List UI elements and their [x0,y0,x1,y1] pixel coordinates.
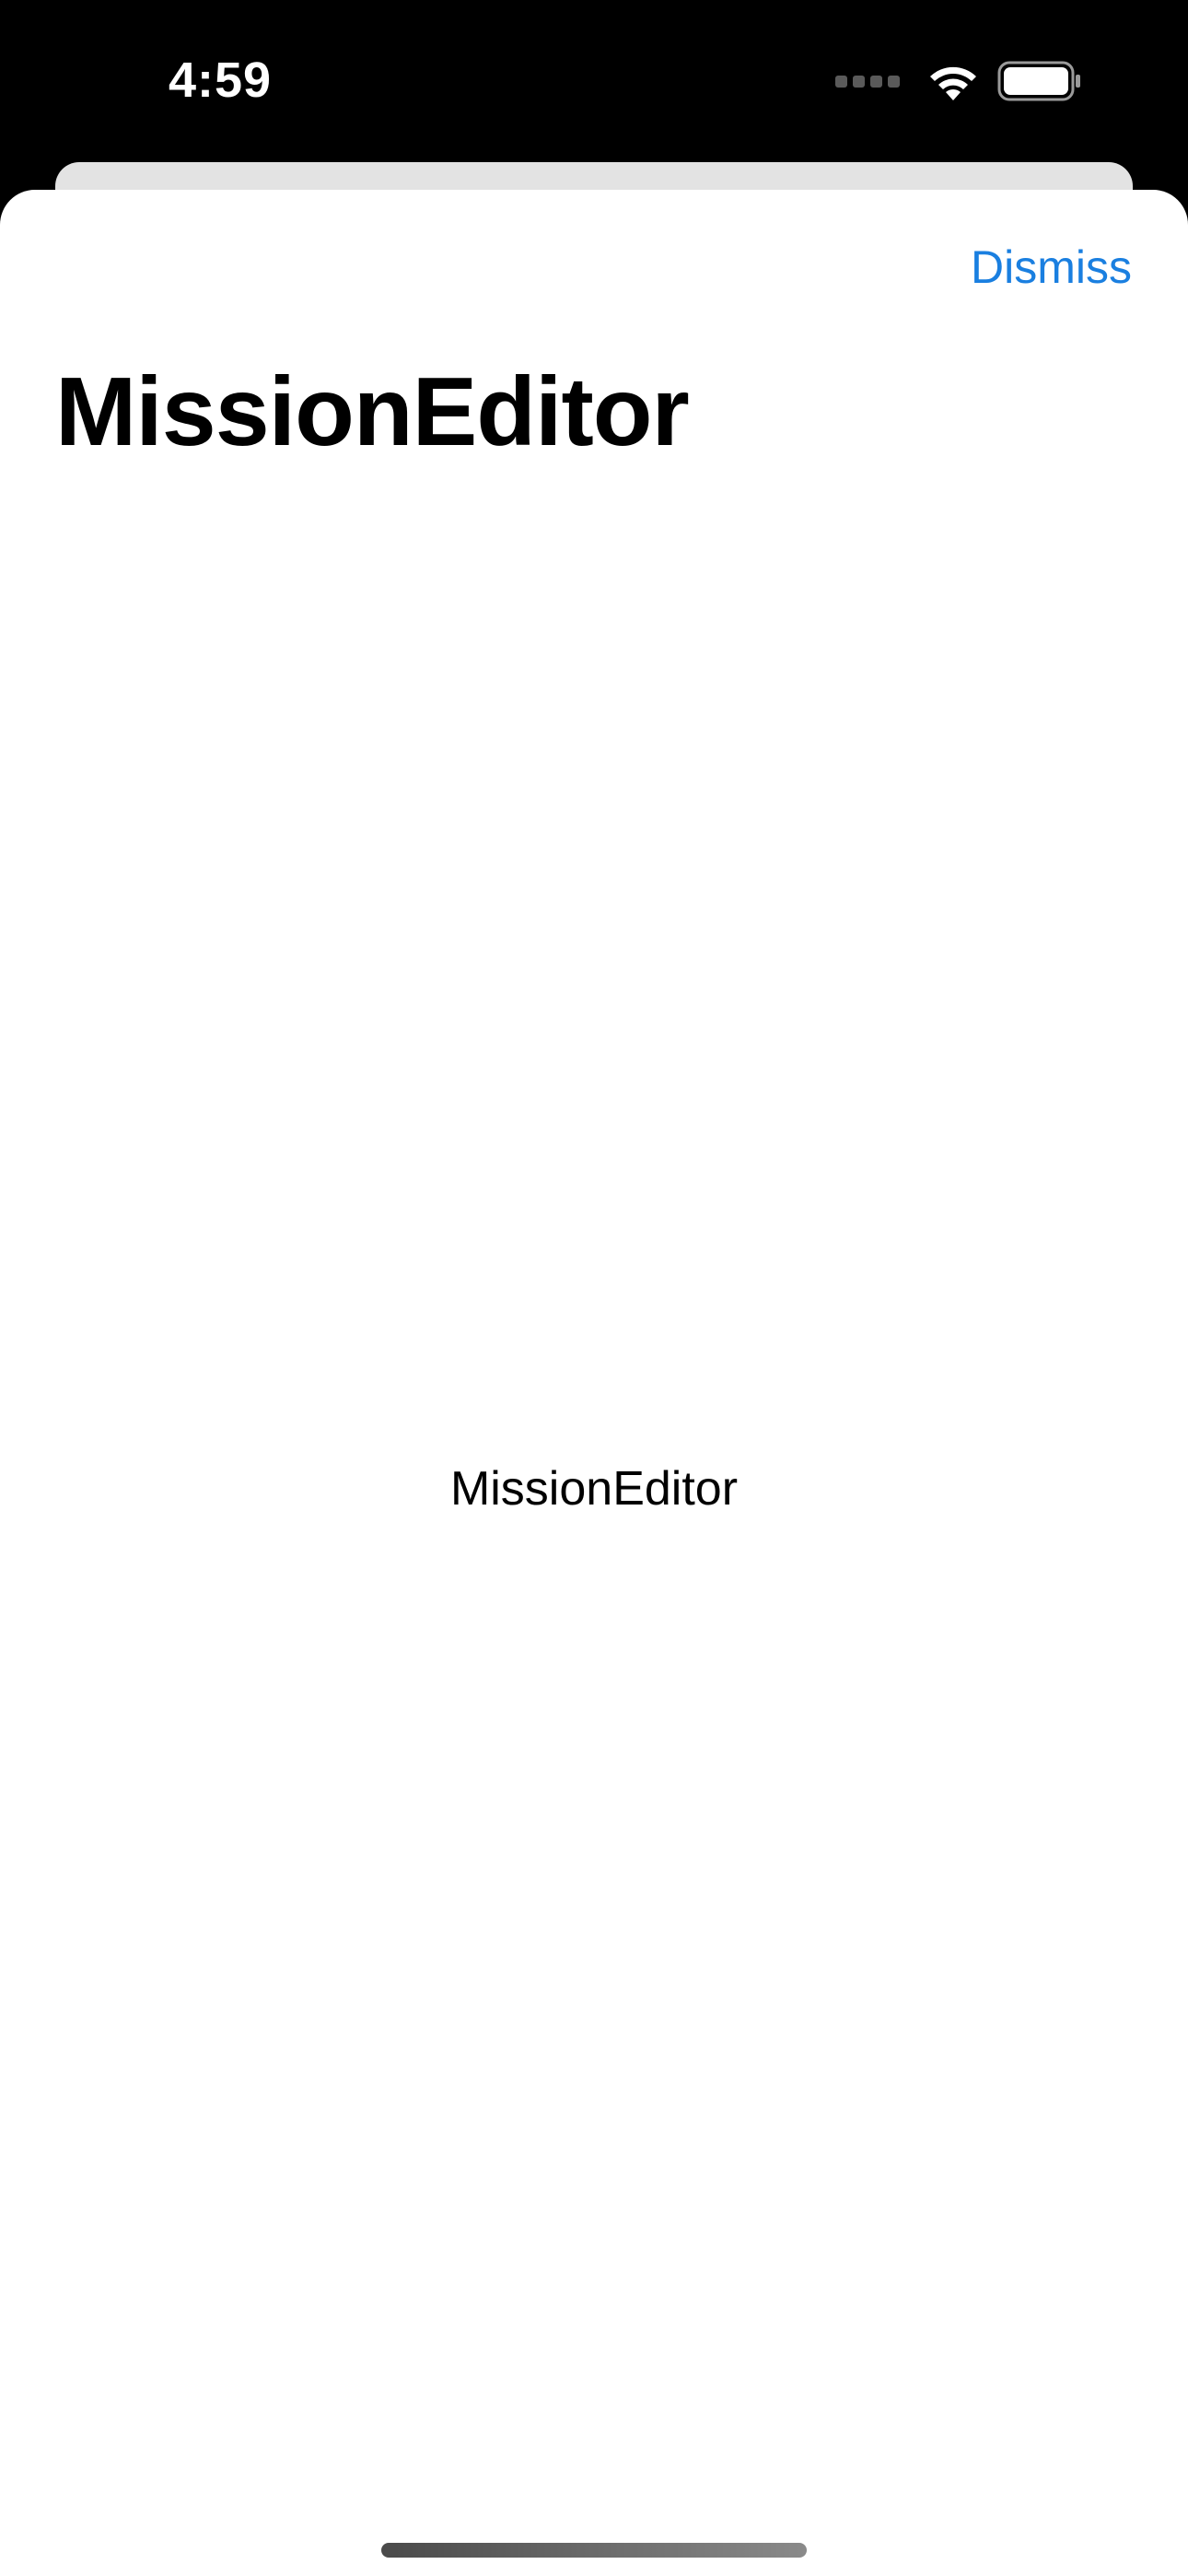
screen: 4:59 Dismiss MissionEditor MissionEditor [0,0,1188,2576]
home-indicator[interactable] [381,2543,807,2558]
status-icons [835,55,1082,107]
battery-icon [997,61,1080,101]
dismiss-button[interactable]: Dismiss [971,238,1132,297]
status-time: 4:59 [169,53,273,108]
content-label: MissionEditor [449,1462,739,1516]
status-bar: 4:59 [0,0,1188,161]
cellular-signal-icon [835,75,900,88]
page-title: MissionEditor [55,357,690,466]
modal-sheet: Dismiss MissionEditor MissionEditor [0,190,1188,2576]
wifi-icon [930,66,976,100]
